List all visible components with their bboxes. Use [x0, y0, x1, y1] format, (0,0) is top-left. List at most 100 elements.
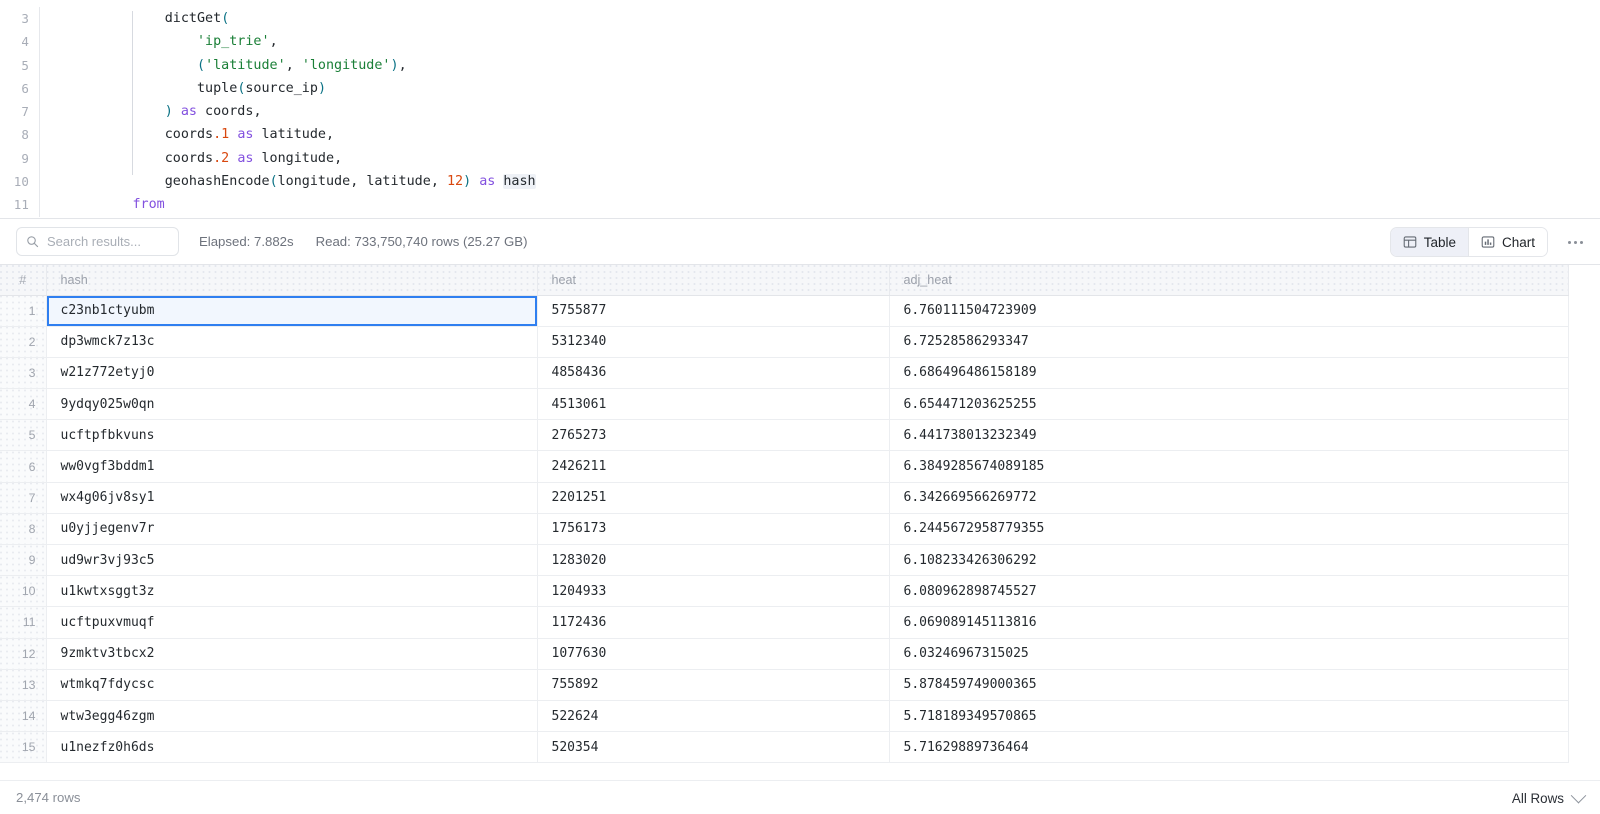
row-number-cell[interactable]: 7	[0, 482, 46, 513]
editor-code-line[interactable]: dictGet(	[68, 7, 1600, 30]
heat-cell[interactable]: 2201251	[537, 482, 889, 513]
editor-code-line[interactable]: coords.1 as latitude,	[68, 123, 1600, 146]
adj-heat-cell[interactable]: 6.080962898745527	[889, 576, 1568, 607]
search-results-box[interactable]	[16, 227, 179, 256]
row-number-cell[interactable]: 3	[0, 357, 46, 388]
adj-heat-cell[interactable]: 6.03246967315025	[889, 638, 1568, 669]
row-number-cell[interactable]: 13	[0, 669, 46, 700]
table-row[interactable]: 6ww0vgf3bddm124262116.3849285674089185	[0, 451, 1568, 482]
hash-cell[interactable]: u1nezfz0h6ds	[46, 732, 537, 763]
row-number-cell[interactable]: 2	[0, 326, 46, 357]
editor-code-line[interactable]: from	[68, 193, 1600, 216]
table-row[interactable]: 3w21z772etyj048584366.686496486158189	[0, 357, 1568, 388]
heat-cell[interactable]: 1172436	[537, 607, 889, 638]
row-number-cell[interactable]: 11	[0, 607, 46, 638]
row-number-cell[interactable]: 15	[0, 732, 46, 763]
editor-code-line[interactable]: ) as coords,	[68, 100, 1600, 123]
adj-heat-cell[interactable]: 6.760111504723909	[889, 295, 1568, 326]
table-row[interactable]: 13wtmkq7fdycsc7558925.878459749000365	[0, 669, 1568, 700]
heat-cell[interactable]: 1756173	[537, 513, 889, 544]
sql-editor[interactable]: 34567891011 dictGet( 'ip_trie', ('latitu…	[0, 0, 1600, 218]
editor-code-line[interactable]: tuple(source_ip)	[68, 77, 1600, 100]
table-view-button[interactable]: Table	[1391, 228, 1468, 256]
heat-cell[interactable]: 520354	[537, 732, 889, 763]
heat-cell[interactable]: 5312340	[537, 326, 889, 357]
adj-heat-cell[interactable]: 6.108233426306292	[889, 545, 1568, 576]
heat-cell[interactable]: 1283020	[537, 545, 889, 576]
hash-cell[interactable]: wx4g06jv8sy1	[46, 482, 537, 513]
heat-cell[interactable]: 5755877	[537, 295, 889, 326]
heat-cell[interactable]: 522624	[537, 700, 889, 731]
table-row[interactable]: 49ydqy025w0qn45130616.654471203625255	[0, 389, 1568, 420]
editor-code-line[interactable]: ('latitude', 'longitude'),	[68, 54, 1600, 77]
column-header-index[interactable]: #	[0, 265, 46, 295]
column-header-adj-heat[interactable]: adj_heat	[889, 265, 1568, 295]
row-number-cell[interactable]: 1	[0, 295, 46, 326]
hash-cell[interactable]: wtw3egg46zgm	[46, 700, 537, 731]
row-number-cell[interactable]: 10	[0, 576, 46, 607]
table-row[interactable]: 1c23nb1ctyubm57558776.760111504723909	[0, 295, 1568, 326]
row-number-cell[interactable]: 5	[0, 420, 46, 451]
table-row[interactable]: 15u1nezfz0h6ds5203545.71629889736464	[0, 732, 1568, 763]
hash-cell[interactable]: w21z772etyj0	[46, 357, 537, 388]
table-row[interactable]: 7wx4g06jv8sy122012516.342669566269772	[0, 482, 1568, 513]
column-header-heat[interactable]: heat	[537, 265, 889, 295]
table-row[interactable]: 8u0yjjegenv7r17561736.2445672958779355	[0, 513, 1568, 544]
editor-code-area[interactable]: dictGet( 'ip_trie', ('latitude', 'longit…	[40, 7, 1600, 217]
editor-code-line[interactable]: geohashEncode(longitude, latitude, 12) a…	[68, 170, 1600, 193]
heat-cell[interactable]: 1077630	[537, 638, 889, 669]
adj-heat-cell[interactable]: 6.72528586293347	[889, 326, 1568, 357]
hash-cell[interactable]: 9zmktv3tbcx2	[46, 638, 537, 669]
editor-code-line[interactable]: 'ip_trie',	[68, 30, 1600, 53]
code-token: ,	[270, 34, 278, 49]
hash-cell[interactable]: ucftpuxvmuqf	[46, 607, 537, 638]
hash-cell[interactable]: u1kwtxsggt3z	[46, 576, 537, 607]
editor-code-line[interactable]: coords.2 as longitude,	[68, 147, 1600, 170]
adj-heat-cell[interactable]: 6.441738013232349	[889, 420, 1568, 451]
table-row[interactable]: 2dp3wmck7z13c53123406.72528586293347	[0, 326, 1568, 357]
adj-heat-cell[interactable]: 6.342669566269772	[889, 482, 1568, 513]
table-row[interactable]: 10u1kwtxsggt3z12049336.080962898745527	[0, 576, 1568, 607]
adj-heat-cell[interactable]: 6.654471203625255	[889, 389, 1568, 420]
heat-cell[interactable]: 4513061	[537, 389, 889, 420]
heat-cell[interactable]: 2765273	[537, 420, 889, 451]
adj-heat-cell[interactable]: 6.686496486158189	[889, 357, 1568, 388]
row-number-cell[interactable]: 9	[0, 545, 46, 576]
table-row[interactable]: 5ucftpfbkvuns27652736.441738013232349	[0, 420, 1568, 451]
table-row[interactable]: 9ud9wr3vj93c512830206.108233426306292	[0, 545, 1568, 576]
heat-cell[interactable]: 755892	[537, 669, 889, 700]
heat-cell[interactable]: 4858436	[537, 357, 889, 388]
adj-heat-cell[interactable]: 5.878459749000365	[889, 669, 1568, 700]
table-row[interactable]: 11ucftpuxvmuqf11724366.069089145113816	[0, 607, 1568, 638]
adj-heat-cell[interactable]: 5.71629889736464	[889, 732, 1568, 763]
adj-heat-cell[interactable]: 6.2445672958779355	[889, 513, 1568, 544]
row-number-cell[interactable]: 6	[0, 451, 46, 482]
column-header-hash[interactable]: hash	[46, 265, 537, 295]
code-token	[68, 127, 165, 142]
hash-cell[interactable]: dp3wmck7z13c	[46, 326, 537, 357]
more-options-icon[interactable]	[1564, 232, 1586, 252]
row-number-cell[interactable]: 8	[0, 513, 46, 544]
chart-view-button[interactable]: Chart	[1468, 228, 1547, 256]
row-number-cell[interactable]: 14	[0, 700, 46, 731]
heat-cell[interactable]: 1204933	[537, 576, 889, 607]
hash-cell[interactable]: u0yjjegenv7r	[46, 513, 537, 544]
row-number-cell[interactable]: 4	[0, 389, 46, 420]
table-row[interactable]: 14wtw3egg46zgm5226245.718189349570865	[0, 700, 1568, 731]
hash-cell[interactable]: ww0vgf3bddm1	[46, 451, 537, 482]
heat-cell[interactable]: 2426211	[537, 451, 889, 482]
results-table-container[interactable]: # hash heat adj_heat 1c23nb1ctyubm575587…	[0, 264, 1600, 780]
search-input[interactable]	[47, 234, 167, 249]
hash-cell[interactable]: wtmkq7fdycsc	[46, 669, 537, 700]
adj-heat-cell[interactable]: 6.069089145113816	[889, 607, 1568, 638]
hash-cell[interactable]: 9ydqy025w0qn	[46, 389, 537, 420]
row-number-cell[interactable]: 12	[0, 638, 46, 669]
hash-cell[interactable]: ucftpfbkvuns	[46, 420, 537, 451]
table-row[interactable]: 129zmktv3tbcx210776306.03246967315025	[0, 638, 1568, 669]
hash-cell[interactable]: c23nb1ctyubm	[46, 295, 537, 326]
adj-heat-cell[interactable]: 6.3849285674089185	[889, 451, 1568, 482]
adj-heat-cell[interactable]: 5.718189349570865	[889, 700, 1568, 731]
rows-selector-dropdown[interactable]: All Rows	[1512, 781, 1584, 814]
hash-cell[interactable]: ud9wr3vj93c5	[46, 545, 537, 576]
code-token: geohashEncode	[165, 174, 270, 189]
